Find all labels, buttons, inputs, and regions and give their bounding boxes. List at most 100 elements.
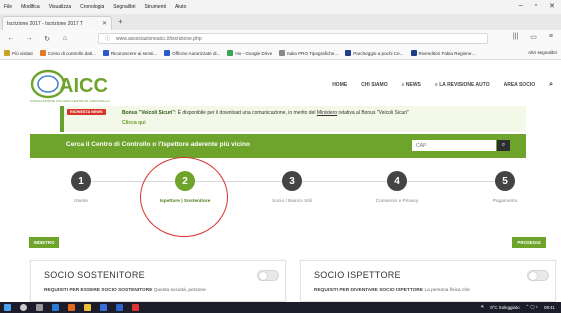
search-icon[interactable] — [20, 304, 27, 311]
cap-input[interactable] — [412, 140, 496, 151]
card-socio-sostenitore: SOCIO SOSTENITORE REQUISITI PER ESSERE S… — [30, 260, 286, 302]
bookmarks-bar: Più visitati Corso di controllo dati... … — [0, 47, 561, 60]
sidebar-icon[interactable]: ▭ — [530, 33, 537, 41]
step-number: 4 — [387, 171, 407, 191]
logo-lettering: AICC — [59, 75, 108, 97]
notice-body: : È disponibile per il download una comu… — [174, 110, 316, 116]
notice-click-link[interactable]: Clicca qui — [122, 120, 146, 126]
home-icon[interactable]: ⌂ — [60, 35, 70, 42]
bookmark-drive-icon — [227, 50, 234, 56]
sostenitore-toggle[interactable] — [257, 270, 279, 281]
bookmark-folder-icon — [39, 50, 46, 56]
step-1[interactable]: 1 Utente — [41, 171, 121, 204]
bookmark-page-icon — [164, 50, 171, 56]
back-button[interactable]: INDIETRO — [29, 237, 59, 248]
firefox-icon[interactable] — [68, 304, 75, 311]
close-window-icon[interactable]: ✕ — [549, 2, 555, 10]
window-controls: – ▫ ✕ — [519, 2, 555, 10]
mail-icon[interactable] — [116, 304, 123, 311]
bookmark-star-icon — [4, 50, 10, 56]
notice-text: Bonus "Veicoli Sicuri": È disponibile pe… — [122, 110, 409, 116]
logo-subtext: ASSOCIAZIONE ITALIANA CENTRI DI CONTROLL… — [30, 99, 110, 103]
card-socio-ispettore: SOCIO ISPETTORE REQUISITI PER DIVENTARE … — [300, 260, 556, 302]
library-icon[interactable]: ||| — [513, 33, 518, 41]
menu-help[interactable]: Aiuto — [175, 4, 186, 10]
card-requirement: REQUISITI PER ESSERE SOCIO SOSTENITORE Q… — [44, 288, 206, 293]
step-label: Pagamento — [492, 199, 518, 204]
other-bookmarks[interactable]: Altri segnalibri — [528, 50, 557, 55]
forward-arrow-icon[interactable]: → — [24, 35, 34, 42]
task-view-icon[interactable] — [36, 304, 43, 311]
step-label: Socio / Bianco Stili — [272, 199, 312, 204]
bookmark-page-icon — [410, 50, 417, 56]
bookmark-item[interactable]: Più visitati — [4, 50, 33, 56]
windows-start-icon[interactable] — [4, 304, 11, 311]
notice-suffix: relativa al Bonus "Veicoli Sicuri" — [337, 110, 409, 116]
step-label: Utente — [73, 199, 89, 204]
bookmark-item[interactable]: Officine Autorizzate di... — [164, 50, 220, 56]
maximize-icon[interactable]: ▫ — [535, 2, 537, 10]
step-number: 1 — [71, 171, 91, 191]
url-bar[interactable]: ⓘ www.associazioneaicc.it/iscrizione.php — [98, 33, 488, 44]
bookmark-item[interactable]: Italia PRO Tipografiche... — [279, 50, 338, 56]
nav-area-socio[interactable]: AREA SOCIO — [504, 82, 535, 88]
back-arrow-icon[interactable]: ← — [6, 35, 16, 42]
next-button[interactable]: PROSEGUI — [512, 237, 546, 248]
reload-icon[interactable]: ↻ — [42, 35, 52, 43]
notice-prefix: Bonus "Veicoli Sicuri" — [122, 110, 175, 116]
os-taskbar — [0, 302, 561, 313]
bookmark-page-icon — [345, 50, 352, 56]
nav-news[interactable]: ≡ NEWS — [402, 82, 421, 88]
toolbar-right: ||| ▭ ≡ — [513, 33, 553, 41]
menu-tools[interactable]: Strumenti — [145, 4, 166, 10]
weather-text[interactable]: 9°C Soleggiato — [490, 305, 519, 310]
search-icon[interactable]: ⌕ — [549, 81, 553, 89]
bookmark-item[interactable]: Riconoscere ai sensi... — [102, 50, 157, 56]
nav-revisione-auto[interactable]: ≡ LA REVISIONE AUTO — [435, 82, 490, 88]
info-icon[interactable]: ⓘ — [105, 35, 110, 42]
step-4[interactable]: 4 Consenso e Privacy — [357, 171, 437, 204]
step-3[interactable]: 3 Socio / Bianco Stili — [252, 171, 332, 204]
search-banner-title: Cerca il Centro di Controllo o l'Ispetto… — [66, 141, 250, 148]
store-icon[interactable] — [100, 304, 107, 311]
ispettore-toggle[interactable] — [527, 270, 549, 281]
menu-bookmarks[interactable]: Segnalibri — [113, 4, 135, 10]
nav-chi-siamo[interactable]: CHI SIAMO — [361, 82, 387, 88]
nav-home[interactable]: HOME — [332, 82, 347, 88]
step-number: 3 — [282, 171, 302, 191]
card-title: SOCIO SOSTENITORE — [44, 270, 145, 280]
taskbar-tray: ☀ 9°C Soleggiato ⌃ ▢ ♪ 09:41 — [480, 304, 555, 310]
tray-icons[interactable]: ⌃ ▢ ♪ — [526, 304, 538, 310]
site-nav: HOME CHI SIAMO ≡ NEWS ≡ LA REVISIONE AUT… — [332, 81, 553, 89]
bookmark-page-icon — [102, 50, 109, 56]
tab-bar: Iscrizione 2017 - Iscrizione 2017 T ✕ + — [0, 14, 561, 30]
file-explorer-icon[interactable] — [84, 304, 91, 311]
browser-menubar: File Modifica Visualizza Cronologia Segn… — [0, 0, 561, 14]
edge-icon[interactable] — [52, 304, 59, 311]
menu-hamburger-icon[interactable]: ≡ — [549, 33, 553, 41]
menu-edit[interactable]: Modifica — [21, 4, 40, 10]
search-button[interactable]: ⌕ — [497, 140, 510, 151]
card-requirement: REQUISITI PER DIVENTARE SOCIO ISPETTORE … — [314, 288, 470, 293]
new-tab-icon[interactable]: + — [118, 17, 123, 26]
tab-title: Iscrizione 2017 - Iscrizione 2017 T — [7, 20, 84, 27]
search-icon: ⌕ — [501, 142, 506, 148]
browser-tab[interactable]: Iscrizione 2017 - Iscrizione 2017 T ✕ — [2, 16, 112, 30]
close-tab-icon[interactable]: ✕ — [102, 20, 107, 27]
bookmark-item[interactable]: Corso di controllo dati... — [39, 50, 96, 56]
notice-inline-link[interactable]: Ministero — [317, 110, 337, 116]
bookmark-item[interactable]: Rivenditori Fabia Regione... — [410, 50, 475, 56]
annotation-circle — [140, 157, 228, 237]
url-text: www.associazioneaicc.it/iscrizione.php — [116, 35, 202, 42]
menu-file[interactable]: File — [4, 4, 12, 10]
menu-history[interactable]: Cronologia — [80, 4, 104, 10]
step-number: 5 — [495, 171, 515, 191]
bookmark-item[interactable]: Parcheggio a pochi Ce... — [345, 50, 404, 56]
clock[interactable]: 09:41 — [544, 305, 555, 310]
minimize-icon[interactable]: – — [519, 2, 523, 10]
step-5[interactable]: 5 Pagamento — [465, 171, 545, 204]
weather-icon: ☀ — [480, 304, 485, 309]
bookmark-item[interactable]: Ho - Google Drive — [227, 50, 272, 56]
app-icon[interactable] — [132, 304, 139, 311]
menu-view[interactable]: Visualizza — [49, 4, 71, 10]
